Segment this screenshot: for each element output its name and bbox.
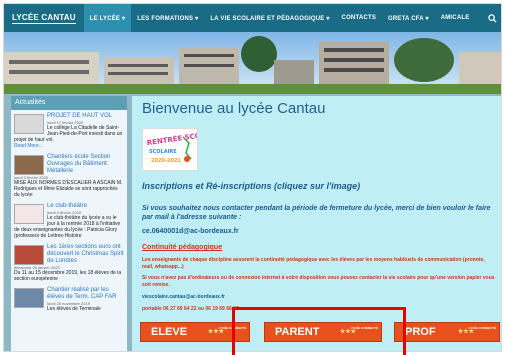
news-item[interactable]: Chantiers école Section Ouvrages du Bâti… xyxy=(11,151,127,200)
top-navigation: LYCÉE CANTAU LE LYCÉE ▾ LES FORMATIONS ▾… xyxy=(4,4,501,32)
phone-numbers: portable 06 27 69 64 22 ou 06 19 69 66 6… xyxy=(142,306,239,312)
prof-button[interactable]: PROF ★★★ LYCÉE CONNECTÉ xyxy=(394,322,500,342)
page-title: Bienvenue au lycée Cantau xyxy=(142,100,326,117)
news-thumbnail xyxy=(14,155,44,175)
news-sidebar: Actualités PROJET DE HAUT VOL lundi 17 f… xyxy=(11,96,127,351)
nav-le-lycee[interactable]: LE LYCÉE ▾ xyxy=(83,4,132,32)
svg-text:SCOLAIRE: SCOLAIRE xyxy=(149,149,177,155)
nav-greta[interactable]: GRETA CFA ▾ xyxy=(382,4,435,32)
site-logo[interactable]: LYCÉE CANTAU xyxy=(4,4,84,32)
browser-viewport: LYCÉE CANTAU LE LYCÉE ▾ LES FORMATIONS ▾… xyxy=(3,3,502,352)
inscriptions-link[interactable]: Inscriptions et Ré-inscriptions (cliquez… xyxy=(142,181,360,191)
news-item[interactable]: Les 1ères sections euro ont découvert le… xyxy=(11,241,127,284)
news-thumbnail xyxy=(14,114,44,134)
news-thumbnail xyxy=(14,245,44,265)
read-more-link[interactable]: Read More... xyxy=(14,143,124,149)
news-text: MISE AUX NORMES D'ESCALIER A ASCAIN M. R… xyxy=(14,180,123,198)
prof-label: PROF xyxy=(405,326,436,338)
rentree-scolaire-logo: RENTRÉE SCOLAIRE 2020-2021 SCOLAIRE 2020… xyxy=(146,121,267,164)
search-icon[interactable] xyxy=(481,4,501,32)
nav-vie-scolaire[interactable]: LA VIE SCOLAIRE ET PÉDAGOGIQUE ▾ xyxy=(204,4,335,32)
closure-message: Si vous souhaitez nous contacter pendant… xyxy=(142,205,491,221)
news-text: Du 11 au 15 décembre 2019, les 18 élèves… xyxy=(14,270,122,282)
vie-scolaire-email[interactable]: viescolaire.cantau@ac-bordeaux.fr xyxy=(142,294,225,300)
news-thumbnail xyxy=(14,288,44,308)
svg-text:RENTRÉE SCOLAIRE 2020-2021: RENTRÉE SCOLAIRE 2020-2021 xyxy=(146,129,197,147)
eleve-label: ELEVE xyxy=(151,326,188,338)
news-item[interactable]: PROJET DE HAUT VOL lundi 17 février 2020… xyxy=(11,110,127,151)
news-sidebar-title: Actualités xyxy=(11,96,127,110)
news-item[interactable]: Le club-théâtre lundi 3 février 2020 Le … xyxy=(11,200,127,241)
highlight-annotation-box xyxy=(232,307,406,355)
campus-banner-image xyxy=(4,32,501,94)
rentree-scolaire-image[interactable]: RENTRÉE SCOLAIRE 2020-2021 SCOLAIRE 2020… xyxy=(142,121,268,171)
news-item[interactable]: Chantier réalisé par les élèves de Term.… xyxy=(11,284,127,314)
nav-contacts[interactable]: CONTACTS xyxy=(336,4,383,32)
no-computer-text: Si vous n'avez pas d'ordinateurs ou de c… xyxy=(142,275,495,288)
nav-amicale[interactable]: AMICALE xyxy=(435,4,476,32)
continuite-text: Les enseignants de chaque discipline ass… xyxy=(142,257,485,270)
news-thumbnail xyxy=(14,204,44,224)
svg-text:2020-2021: 2020-2021 xyxy=(151,158,181,164)
continuite-heading: Continuité pédagogique xyxy=(142,244,223,251)
nav-formations[interactable]: LES FORMATIONS ▾ xyxy=(131,4,204,32)
lycee-connecte-badge: LYCÉE CONNECTÉ xyxy=(468,326,496,330)
contact-email-link[interactable]: ce.0640001d@ac-bordeaux.fr xyxy=(142,228,239,235)
